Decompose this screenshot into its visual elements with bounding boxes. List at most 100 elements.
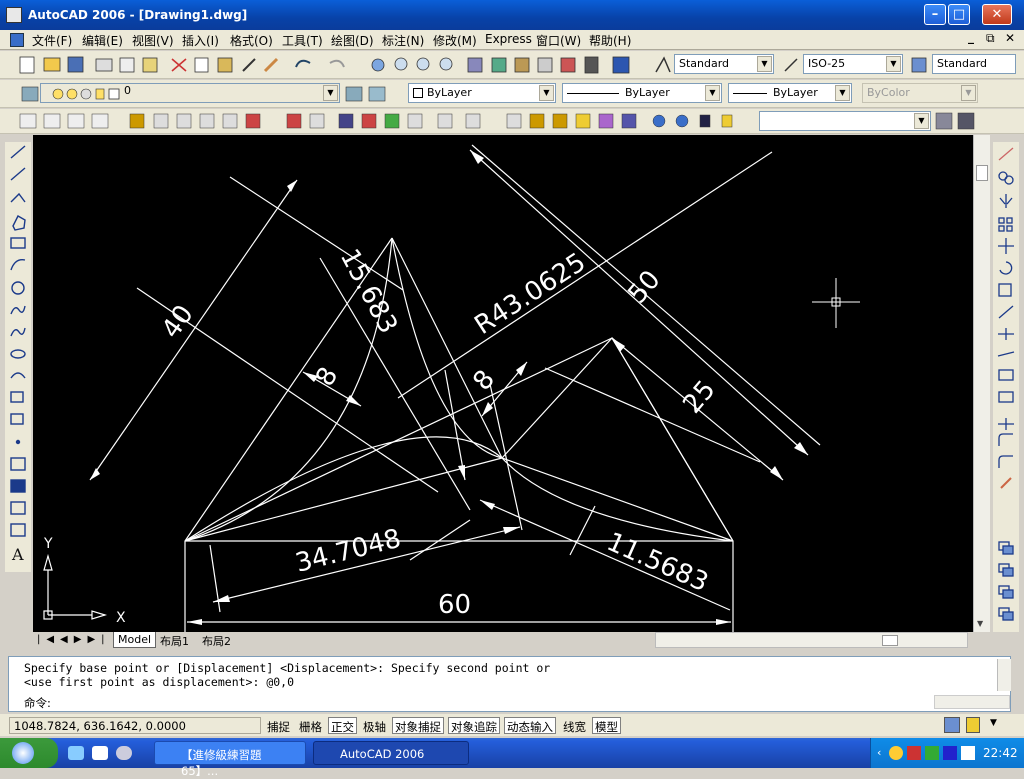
lineweight-value: ByLayer xyxy=(773,86,818,99)
taskbar-item-autocad[interactable]: AutoCAD 2006 xyxy=(313,741,469,765)
toolbar-lock-icon[interactable] xyxy=(966,717,980,733)
tab-layout2[interactable]: 布局2 xyxy=(199,632,234,648)
layers-toolbar: 0 ▼ ByLayer ▼ ByLayer ▼ ByLayer ▼ ByColor ▼ xyxy=(0,80,1024,108)
menu-window[interactable]: 窗口(W) xyxy=(536,32,581,49)
drawing-canvas[interactable]: 40 15.683 R43.0625 50 8 8 25 34.7048 11.… xyxy=(33,135,973,632)
draw-order-icon xyxy=(552,113,568,129)
horizontal-scrollbar[interactable] xyxy=(655,632,968,648)
ucs-icon xyxy=(43,553,108,620)
tray-expand-chevron-icon[interactable]: ‹ xyxy=(877,746,881,759)
coordinate-display[interactable]: 1048.7824, 636.1642, 0.0000 xyxy=(9,717,261,734)
dim-text-8-right: 8 xyxy=(467,365,501,397)
clock[interactable]: 22:42 xyxy=(983,746,1018,760)
linetype-value: ByLayer xyxy=(625,86,670,99)
autocad-app-icon[interactable] xyxy=(6,7,22,23)
close-button[interactable]: ✕ xyxy=(982,4,1012,25)
dim-text-11: 11.5683 xyxy=(602,527,712,598)
menu-draw[interactable]: 绘图(D) xyxy=(331,32,374,49)
dim-style-select[interactable]: ISO-25 ▼ xyxy=(803,54,903,74)
doc-minimize-button[interactable]: _ xyxy=(968,30,974,44)
menu-view[interactable]: 视图(V) xyxy=(132,32,174,49)
volume-icon[interactable] xyxy=(961,746,975,760)
continue-dim-icon xyxy=(361,113,377,129)
drawing-svg[interactable]: 40 15.683 R43.0625 50 8 8 25 34.7048 11.… xyxy=(33,135,973,632)
menu-dimension[interactable]: 标注(N) xyxy=(382,32,424,49)
array-icon xyxy=(1006,217,1013,224)
osnap-toggle[interactable]: 对象捕捉 xyxy=(392,717,444,734)
dim-text-25: 25 xyxy=(677,375,721,420)
document-icon[interactable] xyxy=(10,33,24,47)
menu-tools[interactable]: 工具(T) xyxy=(282,32,323,49)
scroll-down-arrow-icon[interactable]: ▼ xyxy=(977,619,983,628)
chevron-down-icon: ▼ xyxy=(323,85,338,101)
security-icon[interactable] xyxy=(889,746,903,760)
tab-nav-arrows[interactable]: |◀◀▶▶| xyxy=(37,634,111,645)
snap-toggle[interactable]: 捕捉 xyxy=(264,717,293,734)
otrack-toggle[interactable]: 对象追踪 xyxy=(448,717,500,734)
vertical-scroll-thumb[interactable] xyxy=(976,165,988,181)
communication-center-icon[interactable] xyxy=(944,717,960,733)
doc-restore-button[interactable]: ⧉ xyxy=(986,31,995,46)
text-style-select[interactable]: Standard ▼ xyxy=(674,54,774,74)
explode-star-icon xyxy=(1000,477,1012,489)
make-current-icon xyxy=(345,86,363,102)
lineweight-select[interactable]: ByLayer ▼ xyxy=(728,83,852,103)
menu-help[interactable]: 帮助(H) xyxy=(589,32,631,49)
plotstyle-select: ByColor ▼ xyxy=(862,83,978,103)
color-select[interactable]: ByLayer ▼ xyxy=(408,83,556,103)
dim-text-r43: R43.0625 xyxy=(469,247,591,341)
menu-insert[interactable]: 插入(I) xyxy=(182,32,219,49)
menu-edit[interactable]: 编辑(E) xyxy=(82,32,123,49)
menu-format[interactable]: 格式(O) xyxy=(230,32,273,49)
chamfer-icon xyxy=(998,418,1014,430)
horizontal-scroll-thumb[interactable] xyxy=(882,635,898,646)
menu-express[interactable]: Express xyxy=(485,32,532,46)
ellipse-arc-icon xyxy=(10,372,26,379)
ortho-toggle[interactable]: 正交 xyxy=(328,717,357,734)
lineweight-toggle[interactable]: 线宽 xyxy=(560,717,589,734)
right-triangle-edge xyxy=(611,337,734,542)
show-desktop-icon[interactable] xyxy=(92,746,108,760)
command-prompt[interactable]: 命令: xyxy=(24,695,51,711)
dyn-toggle[interactable]: 动态输入 xyxy=(504,717,556,734)
model-toggle[interactable]: 模型 xyxy=(592,717,621,734)
vertical-scrollbar[interactable]: ▼ xyxy=(973,135,990,632)
command-window[interactable]: Specify base point or [Displacement] <Di… xyxy=(8,656,1011,712)
polar-toggle[interactable]: 极轴 xyxy=(360,717,389,734)
leader-34 xyxy=(409,519,471,561)
command-hscrollbar[interactable] xyxy=(934,695,1010,709)
media-icon[interactable] xyxy=(943,746,957,760)
linetype-select[interactable]: ByLayer ▼ xyxy=(562,83,722,103)
layer-select[interactable]: ▼ xyxy=(40,83,340,103)
polygon-icon xyxy=(12,215,26,231)
maximize-button[interactable]: □ xyxy=(948,4,970,25)
menu-file[interactable]: 文件(F) xyxy=(32,32,72,49)
doc-close-button[interactable]: ✕ xyxy=(1005,31,1015,45)
quicklaunch-app-icon[interactable] xyxy=(116,746,132,760)
system-tray: ‹ 22:42 xyxy=(870,738,1024,768)
modify-toolbar xyxy=(993,142,1019,632)
layout-tabs-row: |◀◀▶▶| Model 布局1 布局2 xyxy=(33,632,990,649)
dimension-icons xyxy=(19,113,733,129)
network-icon[interactable] xyxy=(925,746,939,760)
radius-dim-icon xyxy=(222,113,238,129)
chevron-down-icon: ▼ xyxy=(886,56,901,72)
command-scrollbar[interactable] xyxy=(997,659,1011,691)
extend-icon xyxy=(997,351,1015,357)
polyline-icon xyxy=(10,192,26,203)
status-menu-chevron-icon[interactable]: ▼ xyxy=(990,718,997,728)
ie-icon[interactable] xyxy=(68,746,84,760)
tab-layout1[interactable]: 布局1 xyxy=(157,632,192,648)
start-button[interactable] xyxy=(0,738,58,768)
ucs-x-label: X xyxy=(116,610,126,626)
match-properties-icon xyxy=(242,58,256,72)
minimize-button[interactable]: – xyxy=(924,4,946,25)
grid-toggle[interactable]: 栅格 xyxy=(296,717,325,734)
tray-app-icon[interactable] xyxy=(907,746,921,760)
menu-modify[interactable]: 修改(M) xyxy=(433,32,477,49)
table-style-select[interactable]: Standard xyxy=(932,54,1016,74)
dim-override-select[interactable]: ▼ xyxy=(759,111,931,131)
tab-model[interactable]: Model xyxy=(113,632,157,648)
taskbar-item-practice[interactable]: 【進修級練習題65】... xyxy=(154,741,306,778)
hatch-icon xyxy=(10,457,26,471)
